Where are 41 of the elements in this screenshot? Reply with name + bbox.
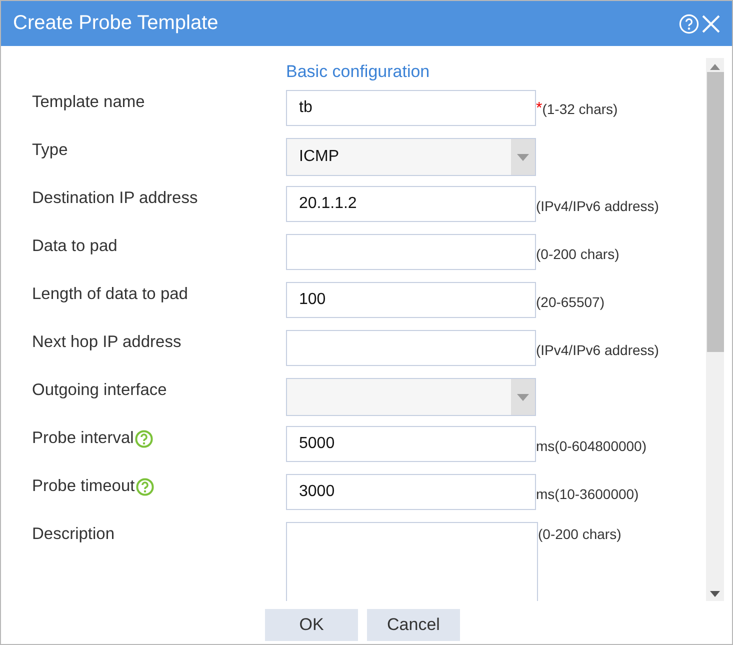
field-label: Description [32, 525, 115, 544]
text-field[interactable]: 100 [286, 282, 536, 318]
field-label: Probe interval [32, 429, 134, 448]
text-field[interactable]: 20.1.1.2 [286, 186, 536, 222]
required-mark: * [536, 100, 542, 118]
field-hint: (0-200 chars) [538, 525, 622, 542]
scrollbar[interactable] [706, 58, 724, 601]
dropdown-field[interactable] [286, 378, 536, 416]
description-field[interactable] [286, 522, 538, 601]
field-hint: (0-200 chars) [536, 245, 620, 262]
field-label: Outgoing interface [32, 381, 167, 400]
field-hint: (1-32 chars) [542, 100, 618, 117]
field-label: Template name [32, 93, 145, 112]
close-icon[interactable] [702, 14, 720, 32]
cancel-button[interactable]: Cancel [367, 609, 460, 641]
field-label: Type [32, 141, 68, 160]
text-field[interactable]: 3000 [286, 474, 536, 510]
field-hint: (20-65507) [536, 293, 604, 310]
field-hint: ms(10-3600000) [536, 485, 639, 502]
text-field[interactable] [286, 330, 536, 366]
field-label: Destination IP address [32, 189, 198, 208]
help-icon[interactable] [136, 478, 154, 496]
caret-icon [517, 154, 529, 160]
field-label: Data to pad [32, 237, 118, 256]
dropdown-field[interactable]: ICMP [286, 138, 536, 176]
section-heading: Basic configuration [286, 62, 431, 83]
dialog-title: Create Probe Template [13, 12, 220, 35]
field-label: Probe timeout [32, 477, 135, 496]
scroll-up-icon[interactable] [710, 64, 720, 70]
caret-icon [517, 394, 529, 400]
text-field[interactable] [286, 234, 536, 270]
field-label: Length of data to pad [32, 285, 188, 304]
ok-button[interactable]: OK [265, 609, 358, 641]
scroll-down-icon[interactable] [710, 591, 720, 597]
field-hint: ms(0-604800000) [536, 437, 647, 454]
help-icon[interactable] [134, 430, 153, 448]
text-field[interactable]: 5000 [286, 426, 536, 462]
field-label: Next hop IP address [32, 333, 182, 352]
field-hint: (IPv4/IPv6 address) [536, 341, 659, 358]
text-field[interactable]: tb [286, 90, 536, 126]
field-hint: (IPv4/IPv6 address) [536, 197, 659, 214]
